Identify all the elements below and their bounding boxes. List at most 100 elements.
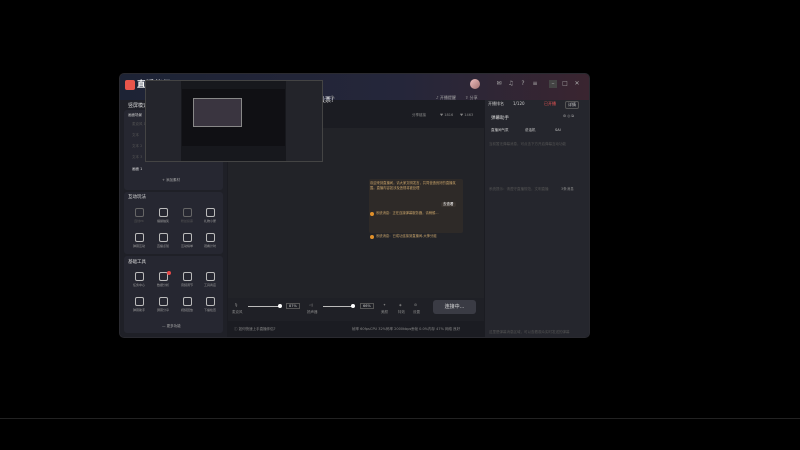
right-tab[interactable]: 说话机 — [525, 128, 536, 133]
speaker-icon[interactable]: ◁) — [309, 303, 313, 307]
tool-item-label: 视频回放 — [180, 308, 193, 312]
settings-label: 设置 — [413, 310, 420, 314]
preview-screenshot — [145, 80, 323, 162]
more-label: 更多功能 — [166, 324, 181, 328]
system-badge-icon — [370, 235, 374, 239]
interact-item-label: 直播点赞 — [156, 244, 169, 248]
cpu-stat: CPU 32% — [370, 327, 387, 331]
interact-item-label: 互动榜单 — [180, 244, 193, 248]
fans-value: 1816 — [444, 113, 454, 117]
replay-icon[interactable]: 视频回放 — [180, 297, 194, 312]
close-button[interactable]: ✕ — [573, 80, 581, 88]
beauty-icon[interactable]: ✦ — [383, 303, 386, 307]
scene-item[interactable]: 麦克风 1 — [132, 122, 146, 127]
system-message: 欢迎来到直播间，请大家文明发言，共同营造良好的直播氛围。直播内容如涉及违规将被处… — [370, 181, 456, 190]
interact-item-label: 礼物小屋 — [203, 219, 216, 223]
preview-popup — [193, 98, 242, 127]
scene-item-active[interactable]: 画面 1 — [132, 167, 142, 172]
chat-message: 系统消息：已成功连接到直播间-大神分组 — [376, 234, 437, 238]
headset-icon[interactable]: ♫ — [507, 80, 515, 88]
bitrate-stat: 码率 2000kbps — [386, 327, 412, 331]
menu-icon[interactable]: ≡ — [531, 80, 539, 88]
mic-slider-knob[interactable] — [278, 304, 282, 308]
notification-badge — [167, 271, 171, 275]
gift-icon[interactable]: 礼物小屋 — [203, 208, 217, 223]
scene-tab-scenes[interactable]: 画面场景 — [128, 113, 142, 118]
likes-value: 1463 — [464, 113, 474, 117]
right-tab[interactable]: SAI — [555, 128, 561, 132]
add-scene-button[interactable]: + 添加素材 — [162, 178, 180, 183]
scene-item[interactable]: 文本 3 — [132, 155, 142, 160]
chat-message: 系统消息：正在连接弹幕服务器，请稍候... — [376, 211, 439, 215]
vote-icon[interactable]: 粉丝投票 — [180, 208, 194, 223]
mic-icon[interactable]: 🎙 — [234, 303, 238, 307]
timer-icon[interactable]: 观看计时 — [203, 233, 217, 248]
mic-slider[interactable] — [248, 306, 280, 307]
drop-stat: 丢帧 0.0% — [411, 327, 429, 331]
system-notice: 系统提示：请遵守直播规范，文明直播 — [489, 187, 549, 191]
speaker-volume[interactable]: 66% — [360, 303, 374, 309]
taskbar-divider — [0, 418, 800, 419]
message-icon[interactable]: ✉ — [495, 80, 503, 88]
avatar[interactable] — [470, 79, 480, 89]
footer-tip: 这里是弹幕消息区域，可以查看观众实时发送的弹幕 — [489, 330, 570, 334]
pk-icon[interactable]: 连线PK — [132, 208, 146, 223]
download-icon[interactable]: 工具商店 — [203, 272, 217, 287]
mic-label: 麦克风 — [232, 310, 243, 314]
lucky-bag-icon[interactable]: 福袋抽奖 — [156, 208, 170, 223]
detail-button[interactable]: 详情 — [565, 101, 579, 109]
tip-label: 如何快速上手直播伴侣? — [238, 327, 276, 331]
rank-label[interactable]: 开播排名 — [488, 101, 504, 107]
share-label: 分享 — [469, 95, 478, 100]
scene-item[interactable]: 文本 — [132, 133, 139, 138]
settings-icon[interactable]: ⚙ ◎ ⧉ — [563, 114, 574, 118]
effects-icon[interactable]: ◈ — [399, 303, 402, 307]
interact-item-label: 观看计时 — [203, 244, 216, 248]
tool-item-label: 音频调节 — [180, 283, 193, 287]
more-functions-button[interactable]: — 更多功能 — [162, 324, 181, 329]
tools-panel — [124, 256, 223, 333]
tool-item-label: 工具商店 — [203, 283, 216, 287]
empty-placeholder: 当前暂无弹幕消息，可点击下方开启弹幕互动功能 — [489, 142, 566, 146]
beauty-label: 美颜 — [381, 310, 388, 314]
system-badge-icon — [370, 212, 374, 216]
speaker-slider-knob[interactable] — [351, 304, 355, 308]
danmaku-icon[interactable]: 弹幕互动 — [132, 233, 146, 248]
tool-item-label: 数据分析 — [156, 283, 169, 287]
task-icon[interactable]: 任务中心 — [132, 272, 146, 287]
like-icon[interactable]: 直播点赞 — [156, 233, 170, 248]
right-tab[interactable]: 直播间气氛 — [491, 128, 509, 133]
screen-share-icon[interactable]: 屏幕分享 — [156, 297, 170, 312]
start-live-button[interactable]: 连接中... — [433, 300, 476, 314]
settings-icon[interactable]: ⚙ — [414, 303, 417, 307]
danmaku-helper-title: 弹幕助手 — [491, 116, 509, 121]
speaker-slider[interactable] — [323, 306, 353, 307]
audio-icon[interactable]: 音频调节 — [180, 272, 194, 287]
preview-right — [286, 81, 322, 161]
leaderboard-icon[interactable]: 互动榜单 — [180, 233, 194, 248]
add-scene-label: 添加素材 — [166, 178, 181, 182]
open-tips-button[interactable]: ♪ 开播提醒 — [436, 95, 456, 101]
app-logo-icon — [125, 80, 135, 90]
fps-stat: 帧率 60fps — [352, 327, 370, 331]
view-button[interactable]: 去查看 — [441, 202, 456, 207]
chat-icon[interactable]: 弹幕助手 — [132, 297, 146, 312]
minimize-button[interactable]: – — [549, 80, 557, 88]
interact-item-label: 粉丝投票 — [180, 219, 193, 223]
interact-item-label: 福袋抽奖 — [156, 219, 169, 223]
edit-icon[interactable]: ✎ — [331, 95, 335, 101]
share-button[interactable]: ⇪ 分享 — [465, 95, 478, 101]
likes-count: ♥ 1463 — [460, 113, 474, 117]
help-icon[interactable]: ? — [519, 80, 527, 88]
check-icon[interactable]: 下播检查 — [203, 297, 217, 312]
mic-volume[interactable]: 87% — [286, 303, 300, 309]
share-link[interactable]: 分享链接 — [412, 113, 426, 118]
open-tips-label: 开播提醒 — [439, 95, 456, 100]
scene-item[interactable]: 文本 2 — [132, 144, 142, 149]
memory-stat: 内存 47% — [428, 327, 444, 331]
maximize-button[interactable]: □ — [561, 80, 569, 88]
help-tip-link[interactable]: ⓘ 如何快速上手直播伴侣? — [234, 327, 275, 332]
live-status: 已开播 — [544, 101, 556, 106]
speaker-label: 扬声器 — [307, 310, 318, 314]
rank-count: 1/120 — [513, 101, 525, 106]
